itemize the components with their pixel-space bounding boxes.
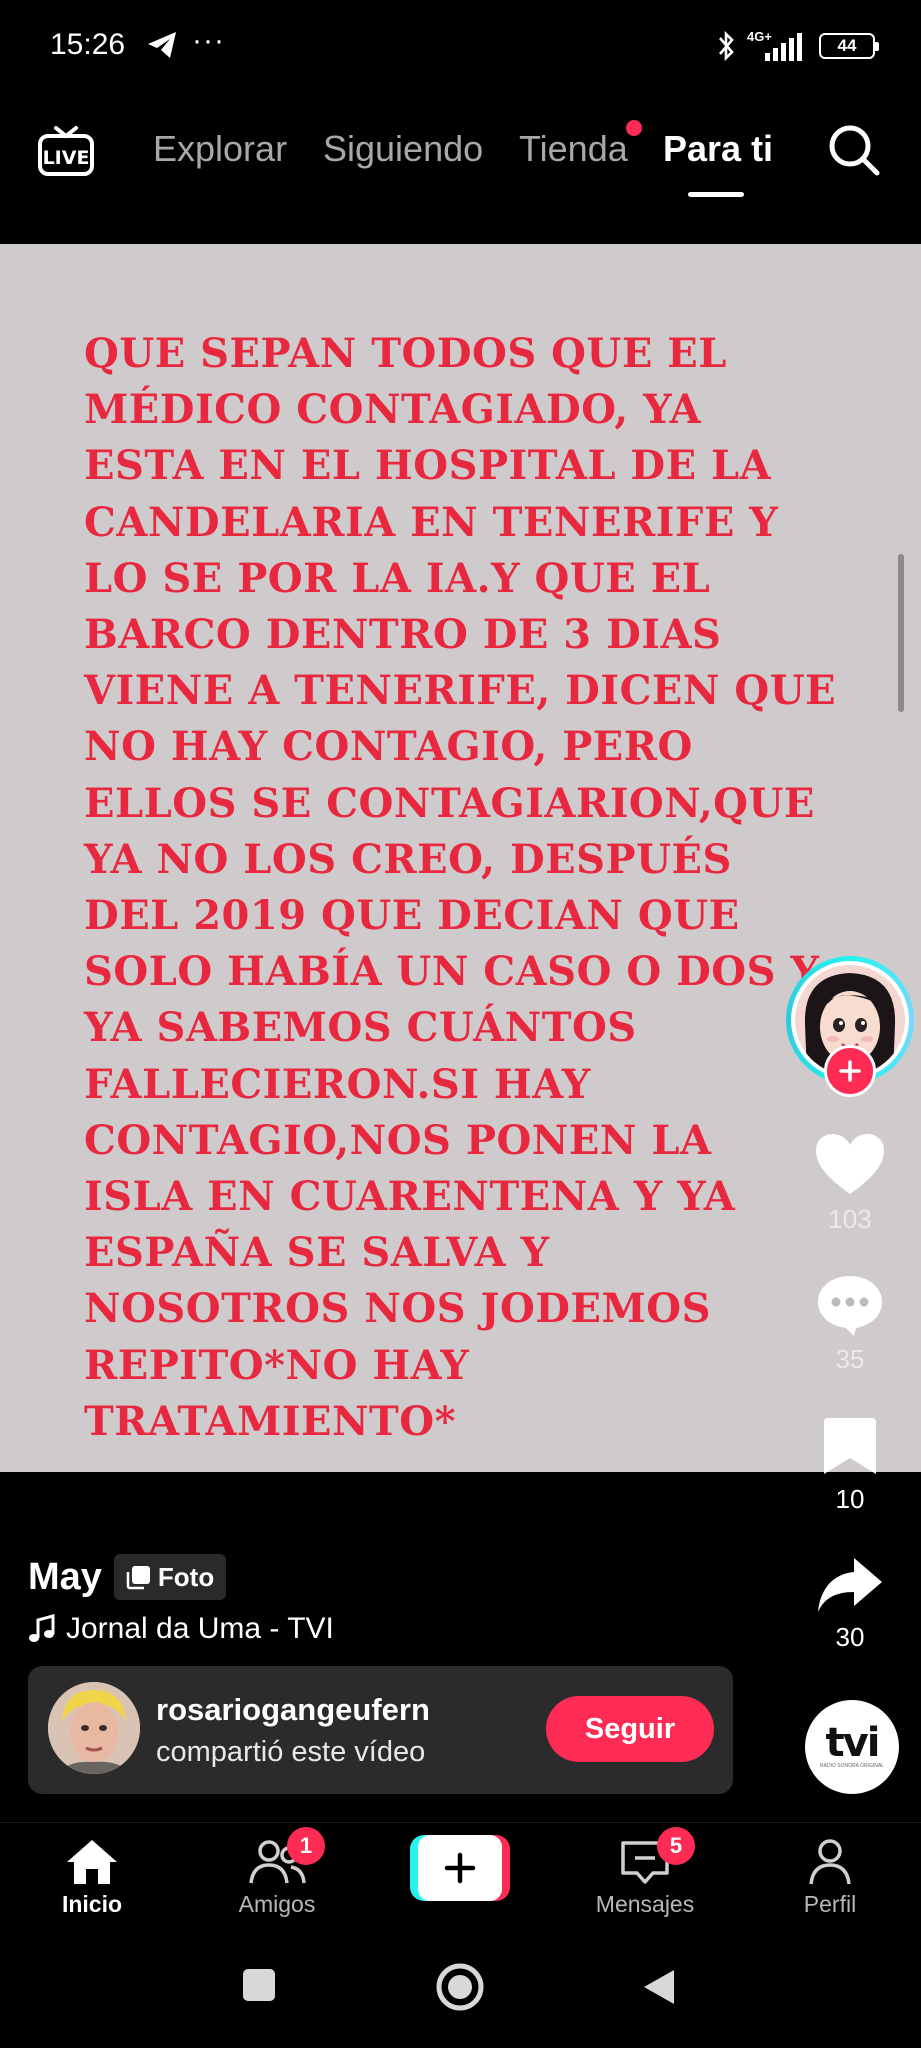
follow-button[interactable]: Seguir: [546, 1696, 714, 1762]
tab-perfil-label: Perfil: [803, 1891, 857, 1917]
tienda-notification-dot: [626, 120, 642, 136]
friends-badge: 1: [287, 1827, 325, 1865]
plus-icon: [839, 1060, 861, 1082]
tab-amigos-label: Amigos: [238, 1891, 316, 1917]
tab-explorar[interactable]: Explorar: [153, 128, 287, 170]
tab-inicio[interactable]: Inicio: [22, 1837, 162, 1918]
music-row[interactable]: Jornal da Uma - TVI: [28, 1612, 334, 1646]
top-nav: LIVE Explorar Siguiendo Tienda Para ti: [0, 92, 921, 244]
post-image[interactable]: QUE SEPAN TODOS QUE EL MÉDICO CONTAGIADO…: [0, 244, 921, 1472]
like-count: 103: [828, 1204, 872, 1234]
save-button[interactable]: 10: [800, 1416, 900, 1515]
tab-mensajes-label: Mensajes: [595, 1891, 695, 1917]
battery-icon: 44: [819, 33, 879, 59]
tvi-logo: tvi: [825, 1720, 881, 1766]
recents-icon[interactable]: [242, 1968, 276, 2002]
tab-siguiendo[interactable]: Siguiendo: [323, 128, 483, 170]
tab-inicio-label: Inicio: [61, 1891, 123, 1917]
back-icon[interactable]: [642, 1968, 676, 2006]
more-notifications-icon: ···: [192, 24, 225, 57]
author-name[interactable]: May: [28, 1556, 102, 1599]
messages-badge: 5: [657, 1827, 695, 1865]
author-row: May Foto: [28, 1554, 227, 1600]
create-button[interactable]: [410, 1835, 510, 1901]
home-circle-icon[interactable]: [435, 1962, 485, 2012]
comment-count: 35: [835, 1344, 865, 1374]
status-indicators: 4G+ 44: [715, 28, 879, 64]
status-time: 15:26: [50, 28, 126, 61]
tab-para-ti[interactable]: Para ti: [663, 128, 773, 170]
signal-icon: 4G+: [747, 29, 809, 63]
active-tab-indicator: [688, 192, 744, 197]
comment-button[interactable]: 35: [800, 1272, 900, 1375]
comment-icon: [818, 1276, 882, 1336]
post-text: QUE SEPAN TODOS QUE EL MÉDICO CONTAGIADO…: [84, 330, 837, 1445]
telegram-icon: [148, 32, 176, 58]
live-label: LIVE: [43, 147, 90, 169]
bottom-tab-bar: Inicio 1 Amigos 5 Mensajes Perfil: [0, 1822, 921, 1932]
photo-badge: Foto: [113, 1554, 227, 1600]
photo-badge-label: Foto: [157, 1561, 215, 1592]
home-icon: [67, 1840, 117, 1884]
system-nav-bar: [0, 1932, 921, 2048]
tab-perfil[interactable]: Perfil: [760, 1837, 900, 1918]
bookmark-icon: [824, 1418, 876, 1474]
tab-amigos[interactable]: 1 Amigos: [207, 1827, 347, 1918]
tab-mensajes[interactable]: 5 Mensajes: [575, 1827, 715, 1918]
battery-level: 44: [837, 36, 857, 55]
music-disc[interactable]: tvi RÁDIO SONORA ORIGINAL: [805, 1700, 899, 1794]
music-title: Jornal da Uma - TVI: [66, 1612, 334, 1645]
tvi-subtitle: RÁDIO SONORA ORIGINAL: [820, 1763, 884, 1769]
music-note-icon: [29, 1614, 55, 1642]
plus-icon: [444, 1852, 476, 1884]
heart-icon: [816, 1134, 884, 1194]
status-bar: 15:26 ··· 4G+ 44: [0, 0, 921, 92]
scroll-indicator: [898, 554, 904, 712]
sharer-action-text: compartió este vídeo: [156, 1736, 426, 1768]
share-button[interactable]: 30: [800, 1554, 900, 1653]
sharer-username[interactable]: rosariogangeufern: [156, 1692, 430, 1728]
live-icon[interactable]: LIVE: [36, 120, 96, 180]
search-icon[interactable]: [826, 122, 882, 178]
like-button[interactable]: 103: [800, 1132, 900, 1235]
sharer-avatar[interactable]: [48, 1682, 140, 1774]
tab-tienda[interactable]: Tienda: [519, 128, 628, 170]
shared-by-card: rosariogangeufern compartió este vídeo S…: [28, 1666, 733, 1794]
photo-icon: [126, 1566, 150, 1590]
profile-icon: [809, 1839, 851, 1885]
follow-creator-button[interactable]: [824, 1045, 876, 1097]
share-count: 30: [835, 1622, 865, 1652]
save-count: 10: [835, 1484, 865, 1514]
bluetooth-icon: [719, 30, 734, 62]
share-arrow-icon: [818, 1558, 882, 1612]
